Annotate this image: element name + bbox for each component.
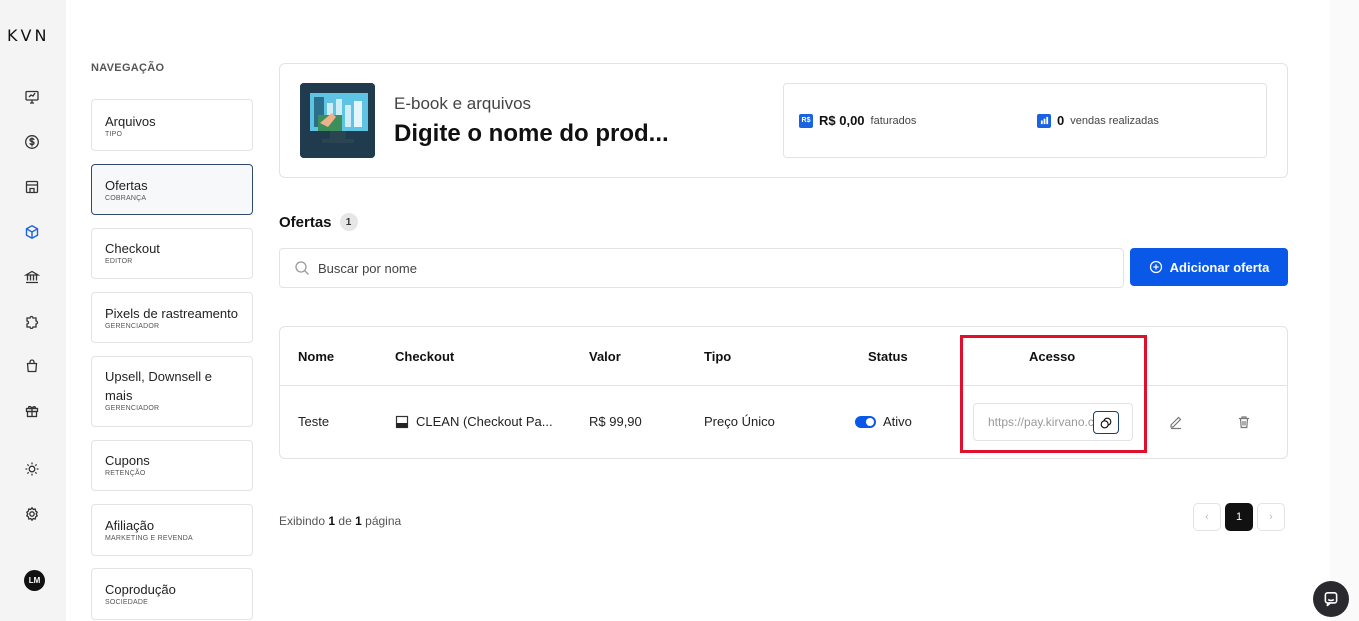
bag-icon[interactable]	[24, 358, 40, 374]
product-name[interactable]: Digite o nome do prod...	[394, 120, 669, 148]
column-header-checkout: Checkout	[395, 349, 455, 364]
pagination-summary: Exibindo 1 de 1 página	[279, 514, 401, 528]
nav-item-label: Checkout	[105, 241, 160, 256]
column-header-tipo: Tipo	[704, 349, 732, 364]
box-icon[interactable]	[24, 224, 40, 240]
status-toggle[interactable]	[855, 415, 876, 428]
pagination-prev-button[interactable]: ‹	[1193, 503, 1221, 531]
nav-item-sub: MARKETING E REVENDA	[105, 535, 193, 542]
revenue-label: faturados	[870, 114, 917, 127]
column-header-status: Status	[868, 349, 908, 364]
nav-item-label: Ofertas	[105, 178, 148, 193]
nav-item-checkout[interactable]: Checkout EDITOR	[91, 228, 253, 279]
nav-item-afiliacao[interactable]: Afiliação MARKETING E REVENDA	[91, 504, 253, 556]
offers-heading: Ofertas 1	[279, 213, 358, 231]
user-avatar[interactable]: LM	[24, 570, 45, 591]
nav-item-sub: EDITOR	[105, 258, 133, 265]
nav-item-label: Cupons	[105, 453, 150, 468]
product-header-card: E-book e arquivos Digite o nome do prod.…	[279, 63, 1288, 178]
nav-item-pixels[interactable]: Pixels de rastreamento GERENCIADOR	[91, 292, 253, 343]
nav-item-label: Upsell, Downsell e mais	[105, 369, 212, 403]
column-header-valor: Valor	[589, 349, 621, 364]
page-scroll-gutter	[1330, 0, 1359, 621]
nav-item-sub: RETENÇÃO	[105, 470, 146, 477]
sales-value: 0	[1057, 113, 1065, 128]
nav-item-label: Arquivos	[105, 114, 156, 129]
nav-item-label: Afiliação	[105, 518, 155, 533]
nav-item-arquivos[interactable]: Arquivos TIPO	[91, 99, 253, 151]
product-stats: R$ R$ 0,00 faturados 0 vendas realizadas	[783, 83, 1267, 158]
edit-pencil-icon[interactable]	[1168, 414, 1184, 430]
revenue-value: R$ 0,00	[819, 113, 865, 128]
plus-circle-icon	[1149, 260, 1162, 274]
cell-tipo: Preço Único	[704, 414, 775, 429]
access-column-highlight	[960, 335, 1147, 453]
nav-item-sub: GERENCIADOR	[105, 405, 160, 412]
nav-item-ofertas[interactable]: Ofertas COBRANÇA	[91, 164, 253, 215]
status-label: Ativo	[883, 414, 912, 429]
revenue-stat: R$ R$ 0,00 faturados	[799, 113, 916, 128]
nav-item-label: Coprodução	[105, 582, 176, 597]
offers-title: Ofertas	[279, 213, 332, 231]
nav-item-upsell[interactable]: Upsell, Downsell e mais GERENCIADOR	[91, 356, 253, 427]
product-type: E-book e arquivos	[394, 94, 532, 113]
pagination-prefix: Exibindo	[279, 514, 326, 528]
nav-item-sub: COBRANÇA	[105, 195, 147, 202]
pagination-suffix: página	[365, 514, 402, 528]
pagination-current: 1	[328, 514, 336, 528]
search-input[interactable]: Buscar por nome	[279, 248, 1124, 288]
chat-button[interactable]	[1311, 579, 1351, 619]
sales-label: vendas realizadas	[1070, 114, 1159, 127]
gear-icon[interactable]	[24, 506, 40, 522]
pagination-next-button[interactable]: ›	[1257, 503, 1285, 531]
search-placeholder: Buscar por nome	[318, 260, 417, 276]
pagination-total: 1	[355, 514, 362, 528]
checkout-template-icon	[395, 415, 409, 428]
column-header-nome: Nome	[298, 349, 335, 364]
dollar-icon[interactable]	[24, 134, 40, 150]
bar-chart-icon	[1037, 113, 1051, 128]
chat-icon	[1324, 592, 1338, 607]
pagination-mid: de	[338, 514, 352, 528]
cell-valor: R$ 99,90	[589, 414, 642, 429]
currency-icon: R$	[799, 113, 813, 128]
puzzle-icon[interactable]	[24, 313, 40, 329]
add-offer-button[interactable]: Adicionar oferta	[1130, 248, 1288, 286]
store-icon[interactable]	[24, 179, 40, 195]
nav-item-sub: SOCIEDADE	[105, 599, 149, 606]
cell-checkout-label: CLEAN (Checkout Pa...	[416, 414, 553, 429]
nav-item-label: Pixels de rastreamento	[105, 306, 238, 321]
offers-count-badge: 1	[339, 213, 358, 231]
nav-item-sub: GERENCIADOR	[105, 323, 160, 330]
cell-nome: Teste	[298, 414, 330, 429]
pagination-page-button[interactable]: 1	[1225, 503, 1253, 531]
sun-icon[interactable]	[24, 461, 40, 477]
nav-item-cupons[interactable]: Cupons RETENÇÃO	[91, 440, 253, 491]
cell-checkout: CLEAN (Checkout Pa...	[395, 414, 553, 429]
nav-item-sub: TIPO	[105, 131, 123, 138]
sales-stat: 0 vendas realizadas	[1037, 113, 1159, 128]
cell-status: Ativo	[855, 414, 912, 429]
bank-icon[interactable]	[24, 269, 40, 285]
add-offer-label: Adicionar oferta	[1169, 259, 1270, 275]
search-icon	[295, 261, 309, 275]
brand-logo[interactable]: KVN	[7, 26, 49, 45]
nav-item-coproducao[interactable]: Coprodução SOCIEDADE	[91, 568, 253, 620]
monitor-icon[interactable]	[24, 89, 40, 105]
gift-icon[interactable]	[24, 403, 40, 419]
product-thumbnail	[300, 83, 375, 158]
trash-icon[interactable]	[1236, 414, 1252, 430]
nav-title: NAVEGAÇÃO	[91, 62, 165, 74]
